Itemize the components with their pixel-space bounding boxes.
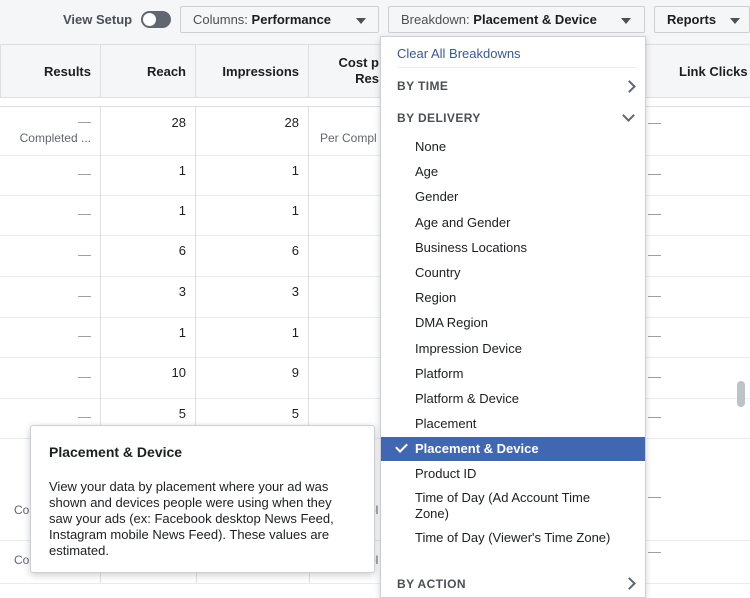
cell-cost (309, 357, 389, 398)
option-time-of-day-ad-account-time-zone[interactable]: Time of Day (Ad Account Time Zone) (415, 490, 625, 522)
cell-cost (309, 235, 389, 276)
cell-cost (309, 276, 389, 317)
cell-reach: 6 (101, 235, 196, 276)
toggle-knob (143, 13, 156, 26)
option-product-id[interactable]: Product ID (415, 466, 625, 482)
chevron-right-icon[interactable] (623, 577, 636, 590)
cell-link-clicks: — (648, 287, 661, 303)
columns-value: Performance (251, 12, 332, 27)
header-cost-line1: Cost p (338, 55, 379, 70)
cell-cost (309, 195, 389, 235)
breakdown-tooltip: Placement & Device View your data by pla… (30, 425, 375, 573)
cell-link-clicks: — (648, 206, 661, 221)
option-platform-device[interactable]: Platform & Device (415, 391, 625, 407)
option-time-of-day-viewer-s-time-zone[interactable]: Time of Day (Viewer's Time Zone) (415, 530, 625, 546)
cell-cost (309, 155, 389, 195)
vertical-scrollbar[interactable] (737, 381, 745, 407)
cell-link-clicks: — (648, 409, 661, 424)
option-platform[interactable]: Platform (415, 366, 625, 382)
option-impression-device[interactable]: Impression Device (415, 341, 625, 357)
cell-reach: 28 (101, 107, 196, 155)
option-placement[interactable]: Placement (415, 416, 625, 432)
header-cost-per-result[interactable]: Cost p Res (309, 45, 389, 97)
cell-impressions: 1 (196, 317, 309, 357)
header-link-clicks[interactable]: Link Clicks (645, 45, 750, 97)
cell-reach: 1 (101, 155, 196, 195)
cell-impressions: 9 (196, 357, 309, 398)
cell-results: — (0, 235, 101, 276)
section-by-delivery[interactable]: BY DELIVERY (397, 111, 481, 125)
cell-reach: 1 (101, 317, 196, 357)
cell-link-clicks: — (648, 166, 661, 181)
view-setup-toggle[interactable] (141, 11, 171, 28)
cell-results: — (0, 276, 101, 317)
cell-reach: 10 (101, 357, 196, 398)
columns-button[interactable]: Columns: Performance (180, 6, 379, 33)
option-age-and-gender[interactable]: Age and Gender (415, 215, 625, 231)
option-gender[interactable]: Gender (415, 189, 625, 205)
breakdown-value: Placement & Device (473, 12, 597, 27)
cell-link-clicks: — (648, 489, 661, 504)
cell-results: — (0, 155, 101, 195)
cell-cost (309, 317, 389, 357)
header-results[interactable]: Results (0, 45, 101, 97)
chevron-down-icon[interactable] (622, 109, 635, 122)
cell-impressions: 28 (196, 107, 309, 155)
option-selected[interactable]: Placement & Device (381, 437, 645, 461)
cell-results: — (0, 195, 101, 235)
option-none[interactable]: None (415, 139, 625, 155)
option-age[interactable]: Age (415, 164, 625, 180)
cell-link-clicks: — (648, 544, 661, 559)
cell-link-clicks: — (648, 368, 661, 384)
cell-results: — (0, 357, 101, 398)
option-country[interactable]: Country (415, 265, 625, 281)
breakdown-dropdown: Clear All Breakdowns BY TIME BY DELIVERY… (380, 36, 646, 598)
columns-prefix: Columns: (193, 12, 248, 27)
cell-link-clicks: — (648, 115, 661, 130)
breakdown-prefix: Breakdown: (401, 12, 470, 27)
cell-link-clicks: — (648, 246, 661, 262)
chevron-right-icon[interactable] (623, 80, 636, 93)
cell-impressions: 3 (196, 276, 309, 317)
view-setup-label: View Setup (63, 12, 133, 27)
option-region[interactable]: Region (415, 290, 625, 306)
cell-results: — Completed ... (0, 107, 101, 155)
chevron-down-icon (730, 18, 740, 24)
header-cost-line2: Res (355, 71, 379, 86)
divider (397, 67, 637, 68)
section-by-time[interactable]: BY TIME (397, 79, 448, 93)
cell-impressions: 1 (196, 155, 309, 195)
chevron-down-icon (356, 18, 366, 24)
checkmark-icon (395, 440, 408, 453)
cell-link-clicks: — (648, 328, 661, 343)
section-by-action[interactable]: BY ACTION (397, 577, 466, 591)
cell-cost: Per Compl (320, 131, 377, 145)
cell-results: — (0, 317, 101, 357)
cell-impressions: 1 (196, 195, 309, 235)
tooltip-title: Placement & Device (49, 444, 183, 460)
cell-impressions: 6 (196, 235, 309, 276)
header-reach[interactable]: Reach (101, 45, 196, 97)
option-business-locations[interactable]: Business Locations (415, 240, 625, 256)
breakdown-button[interactable]: Breakdown: Placement & Device (388, 6, 645, 33)
tooltip-body: View your data by placement where your a… (49, 479, 334, 558)
chevron-down-icon (621, 18, 631, 24)
reports-label: Reports (667, 12, 717, 27)
header-impressions[interactable]: Impressions (196, 45, 309, 97)
cell-reach: 3 (101, 276, 196, 317)
clear-all-breakdowns-link[interactable]: Clear All Breakdowns (397, 46, 521, 61)
reports-button[interactable]: Reports (654, 6, 750, 33)
cell-reach: 1 (101, 195, 196, 235)
option-label: Placement & Device (415, 441, 539, 456)
option-dma-region[interactable]: DMA Region (415, 315, 625, 331)
